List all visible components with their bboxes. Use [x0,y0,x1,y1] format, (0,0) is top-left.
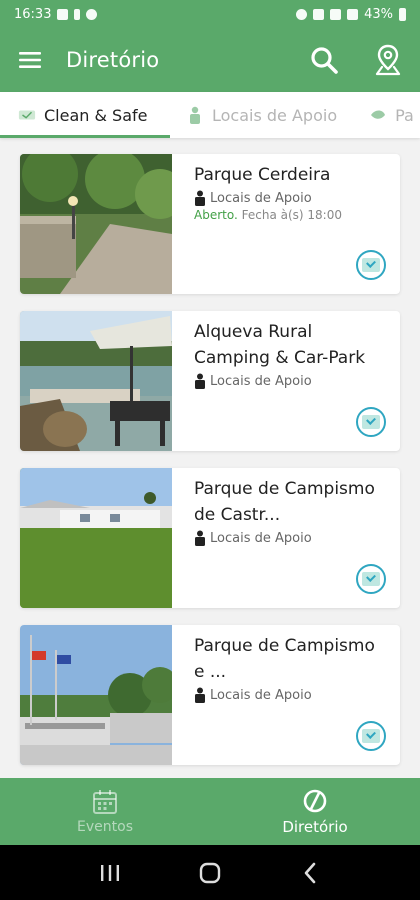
search-icon [311,47,338,74]
lock-notification-icon [74,8,81,20]
listing-photo [20,311,172,451]
listing-category: Locais de Apoio [210,190,312,206]
image-notification-icon [57,8,69,20]
nav-diretorio[interactable]: Diretório [210,778,420,845]
directory-list: Parque Cerdeira Locais de Apoio Aberto. … [0,138,420,778]
listing-photo [20,154,172,294]
recent-apps-button[interactable] [90,853,130,893]
mute-icon [313,8,325,20]
page-title: Diretório [66,48,160,72]
tab-locais-de-apoio[interactable]: Locais de Apoio [170,92,353,138]
category-tabs: Clean & Safe Locais de Apoio Pa [0,92,420,138]
nav-eventos[interactable]: Eventos [0,778,210,845]
status-open: Aberto. [194,208,238,222]
recent-apps-icon [101,864,119,881]
status-closing: Fecha à(s) 18:00 [241,208,342,222]
clean-safe-badge-icon [356,250,386,280]
listing-category: Locais de Apoio [210,687,312,703]
list-item[interactable]: Parque Cerdeira Locais de Apoio Aberto. … [20,154,400,294]
listing-photo [20,625,172,765]
person-icon [195,530,205,546]
listing-category: Locais de Apoio [210,530,312,546]
person-icon [195,687,205,703]
app-notification-icon [86,8,98,20]
hamburger-menu-icon [19,52,41,68]
list-item[interactable]: Parque de Campismo e ... Locais de Apoio [20,625,400,765]
list-item[interactable]: Alqueva Rural Camping & Car-Park Locais … [20,311,400,451]
system-navigation-bar [0,845,420,900]
listing-title: Parque Cerdeira [194,165,331,185]
person-icon [186,106,204,124]
wifi-icon [330,8,342,20]
clean-safe-badge-icon [356,564,386,594]
tab-label: Clean & Safe [44,105,148,125]
status-time: 16:33 [14,6,52,22]
map-location-icon [375,44,401,76]
home-icon [199,862,221,883]
search-button[interactable] [292,28,356,92]
compass-icon [303,789,327,812]
list-item[interactable]: Parque de Campismo de Castr... Locais de… [20,468,400,608]
tab-clean-safe[interactable]: Clean & Safe [0,92,170,138]
leaf-icon [369,106,387,124]
nav-label: Eventos [77,818,133,835]
tab-label: Locais de Apoio [212,105,338,125]
alarm-icon [296,8,308,20]
tab-partial[interactable]: Pa [353,92,420,138]
back-icon [304,862,316,883]
tab-label: Pa [395,105,414,125]
clean-safe-badge-icon [356,407,386,437]
listing-title: Alqueva Rural Camping & Car-Park [194,322,366,368]
bottom-navigation: Eventos Diretório [0,778,420,845]
listing-title: Parque de Campismo de Castr... [194,479,375,525]
listing-category: Locais de Apoio [210,373,312,389]
clean-safe-icon [18,106,36,124]
menu-button[interactable] [0,28,60,92]
battery-level: 43% [364,6,393,22]
map-button[interactable] [356,28,420,92]
nav-label: Diretório [282,817,348,836]
back-button[interactable] [290,853,330,893]
app-bar: Diretório [0,28,420,92]
person-icon [195,190,205,206]
listing-photo [20,468,172,608]
status-bar: 16:33 43% [0,0,420,28]
person-icon [195,373,205,389]
listing-status: Aberto. Fecha à(s) 18:00 [194,208,386,222]
clean-safe-badge-icon [356,721,386,751]
home-button[interactable] [190,853,230,893]
listing-title: Parque de Campismo e ... [194,636,375,682]
calendar-icon [93,789,117,814]
battery-icon [399,7,406,21]
signal-icon [347,8,359,20]
